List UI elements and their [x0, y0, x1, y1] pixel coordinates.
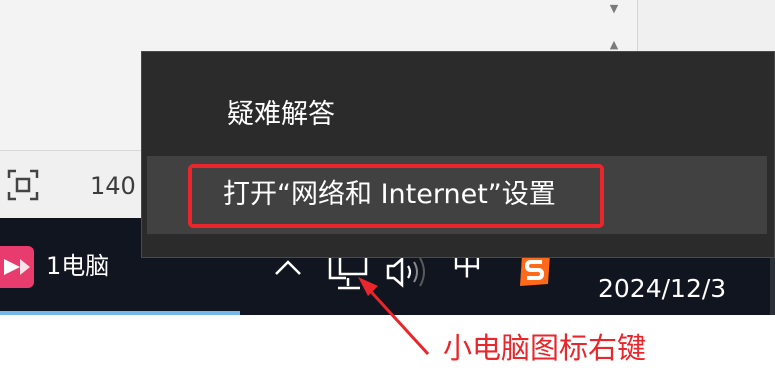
annotation-text: 小电脑图标右键	[443, 331, 647, 365]
annotation-arrow	[358, 277, 430, 356]
